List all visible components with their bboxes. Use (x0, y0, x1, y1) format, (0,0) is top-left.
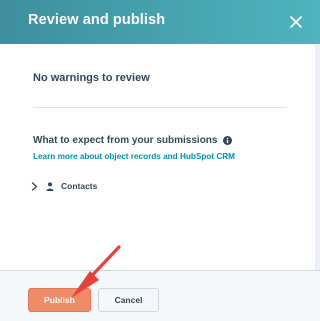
info-icon[interactable] (223, 136, 233, 145)
learn-more-link[interactable]: Learn more about object records and HubS… (33, 152, 235, 161)
expectations-title: What to expect from your submissions (33, 135, 218, 146)
contacts-expandable-row[interactable]: Contacts (31, 181, 97, 191)
expectations-heading: What to expect from your submissions (33, 135, 233, 146)
dialog-header: Review and publish (0, 0, 320, 44)
no-warnings-text: No warnings to review (33, 72, 150, 84)
section-divider (33, 107, 287, 108)
body-scrollbar[interactable] (315, 44, 320, 270)
contacts-label: Contacts (61, 181, 98, 191)
close-button[interactable] (282, 8, 310, 36)
chevron-right-icon[interactable] (31, 181, 38, 191)
dialog-title: Review and publish (28, 12, 166, 28)
review-publish-dialog: Review and publish No warnings to review… (0, 0, 320, 321)
contact-person-icon (46, 181, 54, 191)
publish-button[interactable]: Publish (28, 288, 91, 312)
close-icon (290, 16, 302, 28)
cancel-button[interactable]: Cancel (98, 288, 159, 312)
